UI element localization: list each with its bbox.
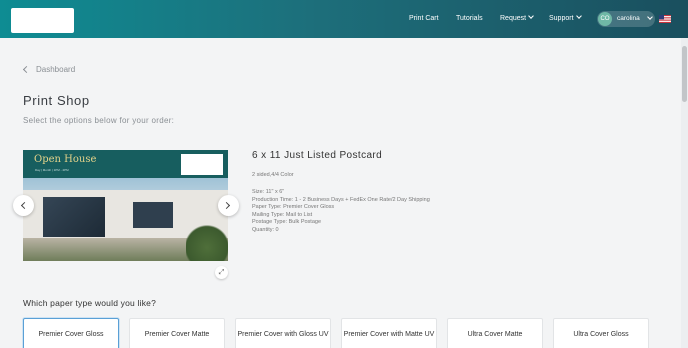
carousel-next-button[interactable] (218, 195, 239, 216)
page-subtitle: Select the options below for your order: (23, 116, 175, 125)
product-detail-mailing-type: Mailing Type: Mail to List (252, 211, 313, 218)
product-details: Size: 11" x 6" Production Time: 1 - 2 Bu… (252, 189, 430, 234)
avatar: CO (598, 12, 612, 26)
carousel-prev-button[interactable] (13, 195, 34, 216)
paper-option-premier-cover-matte-uv[interactable]: Premier Cover with Matte UV (341, 318, 437, 348)
product-detail-size: Size: 11" x 6" (252, 189, 285, 195)
nav-support-label: Support (549, 15, 574, 22)
chevron-down-icon (647, 14, 653, 20)
product-detail-quantity: Quantity: 0 (252, 226, 279, 233)
product-detail-postage-type: Postage Type: Bulk Postage (252, 219, 321, 225)
expand-image-button[interactable]: ⤢ (215, 266, 228, 279)
arrow-left-icon (20, 201, 29, 210)
chevron-down-icon (528, 13, 534, 19)
expand-icon: ⤢ (218, 268, 225, 276)
postcard-photo-window (133, 202, 173, 228)
back-to-dashboard-link[interactable]: Dashboard (22, 65, 76, 74)
nav-print-cart[interactable]: Print Cart (409, 15, 439, 22)
user-menu[interactable]: CO carolina (597, 11, 655, 27)
postcard-logo-placeholder (181, 154, 223, 175)
paper-option-premier-cover-gloss-uv[interactable]: Premier Cover with Gloss UV (235, 318, 331, 348)
nav-tutorials[interactable]: Tutorials (456, 15, 483, 22)
product-preview-image: Open House Day | Month | 1PM - 4PM (23, 150, 228, 261)
paper-type-options: Premier Cover Gloss Premier Cover Matte … (23, 318, 663, 348)
arrow-right-icon (222, 201, 231, 210)
product-detail-production-time: Production Time: 1 - 2 Business Days + F… (252, 196, 430, 203)
us-flag-icon[interactable] (659, 15, 671, 23)
company-logo[interactable] (11, 8, 74, 33)
postcard-headline: Open House (34, 154, 97, 165)
product-name: 6 x 11 Just Listed Postcard (252, 150, 383, 161)
nav-support-menu[interactable]: Support (549, 13, 582, 22)
postcard-photo-window (43, 197, 105, 237)
postcard-subline: Day | Month | 1PM - 4PM (35, 168, 69, 172)
page-scrollbar-thumb[interactable] (682, 46, 687, 102)
paper-option-ultra-cover-matte[interactable]: Ultra Cover Matte (447, 318, 543, 348)
chevron-down-icon (575, 13, 582, 19)
top-navigation-bar: Print Cart Tutorials Request Support CO … (0, 0, 688, 38)
nav-request-label: Request (500, 15, 527, 22)
user-name: carolina (617, 15, 640, 22)
paper-option-premier-cover-matte[interactable]: Premier Cover Matte (129, 318, 225, 348)
paper-type-question: Which paper type would you like? (23, 298, 157, 308)
breadcrumb-label: Dashboard (36, 65, 76, 74)
back-chevron-icon (22, 65, 31, 74)
paper-option-ultra-cover-gloss[interactable]: Ultra Cover Gloss (553, 318, 649, 348)
nav-request-menu[interactable]: Request (500, 13, 534, 22)
page-title: Print Shop (23, 93, 90, 108)
product-color-spec: 2 sided,4/4 Color (252, 172, 294, 178)
postcard-photo-plant (186, 216, 228, 261)
paper-option-premier-cover-gloss[interactable]: Premier Cover Gloss (23, 318, 119, 348)
product-detail-paper-type: Paper Type: Premier Cover Gloss (252, 204, 335, 210)
